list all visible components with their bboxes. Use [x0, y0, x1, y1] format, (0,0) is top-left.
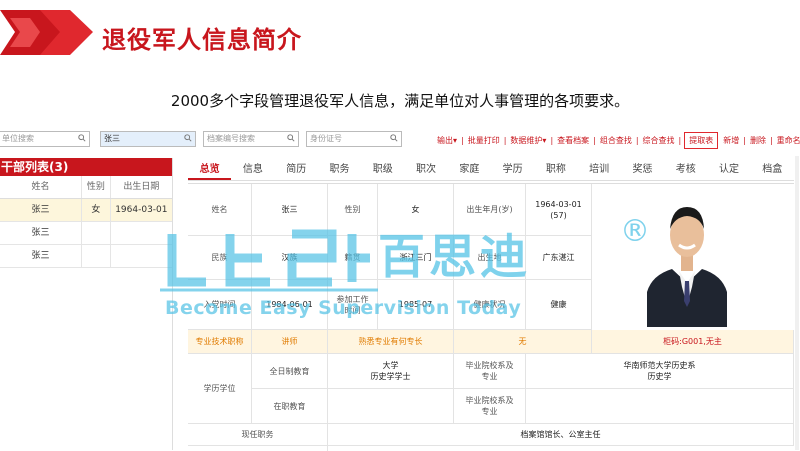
list-item-gender	[82, 245, 111, 267]
rename-button[interactable]: 重命名	[774, 135, 800, 146]
cabinet-code: 柜码:G001,无主	[592, 330, 794, 354]
tab-resume[interactable]: 简历	[275, 160, 318, 180]
value-fulltime-degree: 大学 历史学学士	[328, 354, 454, 389]
label-ethnicity: 民族	[188, 236, 252, 280]
tab-title[interactable]: 职称	[534, 160, 577, 180]
combined-search-button[interactable]: 组合查找	[597, 135, 635, 146]
list-item-name: 张三	[0, 222, 83, 244]
list-item-name: 张三	[0, 199, 83, 221]
export-menu[interactable]: 输出▾	[434, 135, 460, 146]
column-name[interactable]: 姓名	[0, 176, 83, 198]
watermark-brand-cn: 百思迪	[378, 230, 531, 285]
search-icon[interactable]	[390, 134, 398, 142]
value-name: 张三	[252, 184, 328, 236]
add-button[interactable]: 新增	[720, 135, 742, 146]
tab-position[interactable]: 职务	[318, 160, 361, 180]
tab-family[interactable]: 家庭	[448, 160, 491, 180]
detail-tabs: 总览 信息 简历 职务 职级 职次 家庭 学历 职称 培训 奖惩 考核 认定 档…	[188, 160, 794, 181]
list-item-gender	[82, 222, 111, 244]
name-search-input[interactable]: 张三	[100, 131, 196, 147]
list-item-dob	[111, 222, 172, 244]
view-archive-button[interactable]: 查看档案	[554, 135, 592, 146]
extract-table-button[interactable]: 提取表	[684, 131, 719, 149]
tab-info[interactable]: 信息	[231, 160, 274, 180]
label-origin: 籍贯	[328, 236, 378, 280]
label-fulltime-school: 毕业院校系及 专业	[454, 354, 526, 389]
value-birth: 1964-03-01 (57)	[526, 184, 592, 236]
value-fulltime-school: 华南师范大学历史系 历史学	[526, 354, 794, 389]
value-parttime-degree	[328, 389, 454, 424]
value-pro-title: 讲师	[252, 330, 328, 354]
label-education: 学历学位	[188, 354, 252, 424]
label-name: 姓名	[188, 184, 252, 236]
label-fulltime: 全日制教育	[252, 354, 328, 389]
list-item-name: 张三	[0, 245, 83, 267]
label-specialty: 熟悉专业有何专长	[328, 330, 454, 354]
slide-title: 退役军人信息简介	[102, 26, 302, 54]
batch-print-button[interactable]: 批量打印	[465, 135, 503, 146]
tab-certification[interactable]: 认定	[707, 160, 750, 180]
label-gender: 性别	[328, 184, 378, 236]
comprehensive-search-button[interactable]: 综合查找	[640, 135, 678, 146]
tab-grade[interactable]: 职次	[404, 160, 447, 180]
value-health: 健康	[526, 280, 592, 330]
slide-header: 退役军人信息简介	[0, 0, 800, 70]
search-icon[interactable]	[287, 134, 295, 142]
watermark-slogan: Become Easy Supervision Today	[165, 297, 522, 319]
tab-overview[interactable]: 总览	[188, 160, 232, 180]
list-column-headers: 姓名 性别 出生日期	[0, 176, 172, 199]
tab-education[interactable]: 学历	[491, 160, 534, 180]
cadre-list-header: 干部列表(3)	[0, 158, 172, 176]
unit-search-input[interactable]: 单位搜索	[0, 131, 90, 147]
vertical-scrollbar[interactable]	[795, 156, 799, 450]
id-search-input[interactable]: 身份证号	[306, 131, 402, 147]
archive-search-placeholder: 档案编号搜索	[207, 134, 255, 143]
list-item[interactable]: 张三	[0, 222, 172, 245]
tab-rank[interactable]: 职级	[361, 160, 404, 180]
id-search-placeholder: 身份证号	[310, 134, 342, 143]
value-specialty: 无	[454, 330, 592, 354]
value-current-position: 档案馆馆长、公室主任	[328, 424, 794, 446]
watermark-registered-mark: ®	[620, 214, 650, 249]
search-icon[interactable]	[184, 134, 192, 142]
red-arrow-logo	[0, 10, 93, 55]
list-item[interactable]: 张三 女 1964-03-01	[0, 199, 172, 222]
label-pro-title: 专业技术职称	[188, 330, 252, 354]
value-birthplace: 广东湛江	[526, 236, 592, 280]
value-parttime-school	[526, 389, 794, 424]
list-item[interactable]: 张三	[0, 245, 172, 268]
label-parttime-school: 毕业院校系及 专业	[454, 389, 526, 424]
column-gender[interactable]: 性别	[82, 176, 111, 198]
delete-button[interactable]: 删除	[747, 135, 769, 146]
list-item-gender: 女	[82, 199, 111, 221]
unit-search-placeholder: 单位搜索	[2, 134, 34, 143]
name-search-value: 张三	[104, 134, 120, 143]
list-item-dob: 1964-03-01	[115, 205, 168, 215]
slide-subtitle: 2000多个字段管理退役军人信息，满足单位对人事管理的各项要求。	[170, 92, 630, 110]
value-ethnicity: 汉族	[252, 236, 328, 280]
tab-rewards[interactable]: 奖惩	[621, 160, 664, 180]
search-icon[interactable]	[78, 134, 86, 142]
list-item-dob	[111, 245, 172, 267]
tab-archive-box[interactable]: 档盒	[751, 160, 794, 180]
tab-training[interactable]: 培训	[578, 160, 621, 180]
table-filler	[188, 446, 328, 451]
cadre-list-panel: 干部列表(3) 姓名 性别 出生日期 张三 女 1964-03-01 张三 张三	[0, 158, 173, 450]
column-dob[interactable]: 出生日期	[111, 176, 172, 198]
action-bar: 输出▾ | 批量打印 | 数据维护▾ | 查看档案 | 组合查找 | 综合查找 | 提取表 …	[434, 131, 800, 149]
person-photo	[642, 187, 732, 327]
label-parttime: 在职教育	[252, 389, 328, 424]
data-maintenance-menu[interactable]: 数据维护▾	[507, 135, 549, 146]
label-current-position: 现任职务	[188, 424, 328, 446]
archive-search-input[interactable]: 档案编号搜索	[203, 131, 299, 147]
tab-assessment[interactable]: 考核	[664, 160, 707, 180]
